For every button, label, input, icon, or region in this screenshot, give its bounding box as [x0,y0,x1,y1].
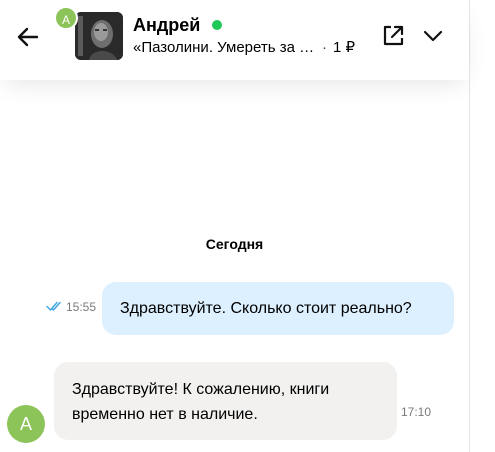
sender-avatar[interactable]: А [7,405,45,443]
side-panel-edge [469,0,495,452]
back-button[interactable] [14,23,42,51]
message-bubble[interactable]: Здравствуйте! К сожалению, книги временн… [54,362,397,440]
message-time: 17:10 [401,405,432,419]
online-status-dot [212,20,222,30]
message-time: 15:55 [66,300,97,314]
item-price: 1 ₽ [333,39,356,56]
arrow-left-icon [17,27,39,47]
user-avatar-small[interactable]: А [54,6,78,30]
item-thumbnail[interactable] [75,12,123,60]
external-link-icon [383,25,404,46]
book-cover-image [75,12,123,60]
double-check-icon [46,301,61,311]
chat-header: А Андрей «Пазолини. Умереть за идеи» · 1… [0,0,469,80]
chat-pane: А Андрей «Пазолини. Умереть за идеи» · 1… [0,0,469,452]
user-name[interactable]: Андрей [133,14,200,36]
open-item-button[interactable] [380,23,406,49]
day-divider: Сегодня [205,236,264,252]
item-separator: · [322,39,327,56]
message-bubble[interactable]: Здравствуйте. Сколько стоит реально? [102,282,454,335]
item-title[interactable]: «Пазолини. Умереть за идеи» [133,39,321,57]
chevron-down-icon [423,30,443,42]
collapse-button[interactable] [420,23,446,49]
